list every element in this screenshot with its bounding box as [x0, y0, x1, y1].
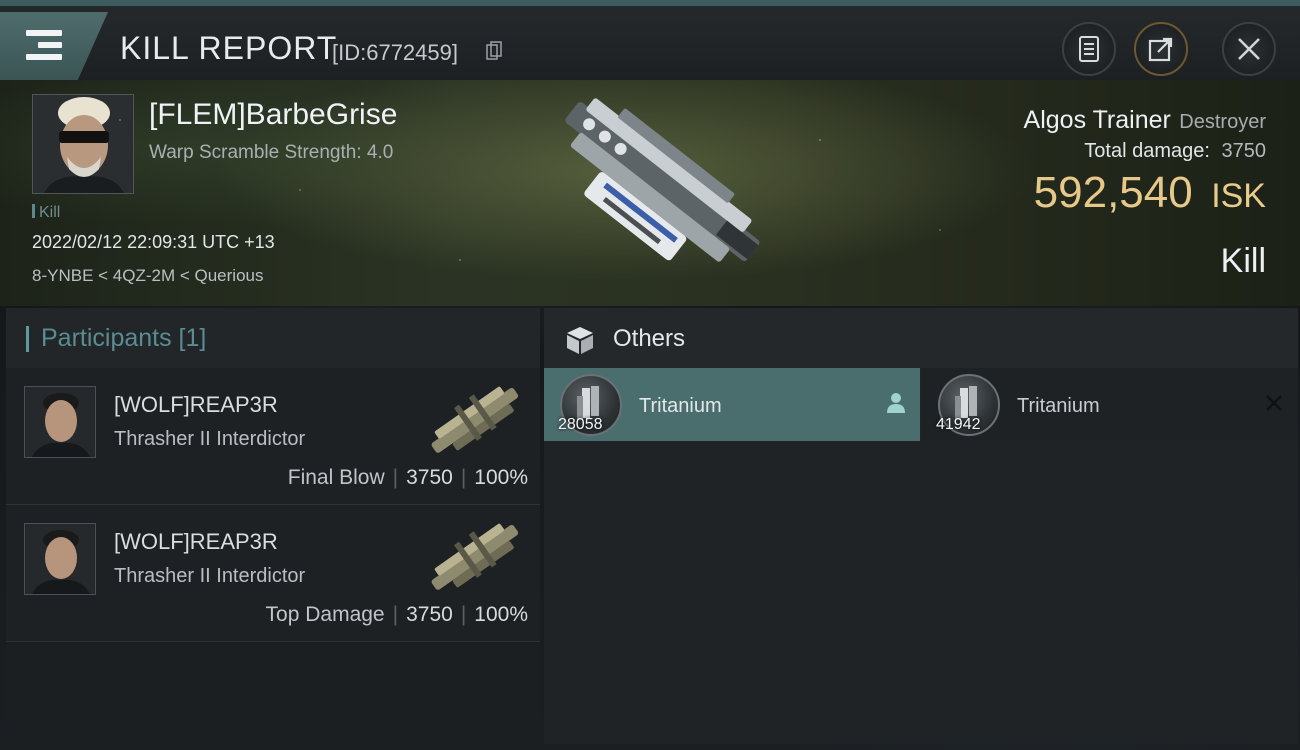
close-icon	[1238, 38, 1260, 60]
page-title: KILL REPORT	[120, 30, 338, 66]
cargo-box-icon	[567, 327, 593, 354]
report-id: [ID:6772459]	[332, 40, 458, 65]
participants-panel: Participants [1] [WOLF]REAP3R Thrasher I…	[6, 308, 540, 744]
participant-row[interactable]: [WOLF]REAP3R Thrasher II Interdictor Top…	[6, 505, 540, 642]
participant-role: Final Blow	[287, 466, 385, 489]
close-button[interactable]	[1222, 22, 1276, 76]
participant-row[interactable]: [WOLF]REAP3R Thrasher II Interdictor Fin…	[6, 368, 540, 505]
others-panel: Others 28058 Tritanium 41942 Tritanium	[544, 308, 1298, 744]
menu-icon	[26, 30, 62, 60]
dropped-person-icon	[887, 393, 905, 413]
participant-percent: 100%	[474, 603, 528, 626]
victim-ship-class: Destroyer	[1179, 111, 1266, 133]
participant-ship-image	[431, 386, 519, 453]
share-icon	[1148, 37, 1173, 62]
notes-icon	[1079, 36, 1099, 62]
item-quantity: 28058	[558, 416, 603, 433]
others-header: Others	[544, 308, 1298, 368]
item-name: Tritanium	[1017, 395, 1100, 417]
copy-icon[interactable]	[486, 41, 502, 61]
others-title: Others	[613, 325, 686, 352]
loot-item-dropped[interactable]: 28058 Tritanium	[544, 368, 920, 441]
total-damage-value: 3750	[1221, 140, 1267, 162]
menu-button[interactable]	[0, 12, 108, 80]
participant-damage: 3750	[406, 603, 453, 626]
isk-unit: ISK	[1211, 177, 1266, 215]
notes-button[interactable]	[1062, 22, 1116, 76]
item-name: Tritanium	[639, 395, 722, 417]
participant-name[interactable]: [WOLF]REAP3R	[114, 529, 278, 555]
participant-name[interactable]: [WOLF]REAP3R	[114, 392, 278, 418]
participant-ship-image	[431, 523, 519, 590]
participant-ship: Thrasher II Interdictor	[114, 428, 306, 450]
destroyed-x-icon	[1266, 395, 1282, 411]
total-damage-label: Total damage:	[1084, 140, 1210, 162]
kill-datetime: 2022/02/12 22:09:31 UTC +13	[32, 232, 275, 252]
victim-header: [FLEM]BarbeGrise Warp Scramble Strength:…	[0, 80, 1300, 306]
participant-portrait[interactable]	[24, 386, 96, 458]
warp-scramble-strength: Warp Scramble Strength: 4.0	[149, 142, 394, 163]
share-button[interactable]	[1134, 22, 1188, 76]
victim-ship-name[interactable]: Algos Trainer	[1024, 106, 1171, 134]
kill-tag: Kill	[32, 204, 60, 222]
participant-role: Top Damage	[265, 603, 385, 626]
kill-location[interactable]: 8-YNBE < 4QZ-2M < Querious	[32, 266, 263, 286]
victim-portrait[interactable]	[32, 94, 134, 194]
participant-percent: 100%	[474, 466, 528, 489]
participant-damage: 3750	[406, 466, 453, 489]
title-bar: KILL REPORT [ID:6772459]	[0, 0, 1300, 80]
victim-ship-image[interactable]	[520, 86, 790, 296]
loot-item-destroyed[interactable]: 41942 Tritanium	[922, 368, 1298, 441]
victim-name[interactable]: [FLEM]BarbeGrise	[149, 98, 397, 132]
participant-ship: Thrasher II Interdictor	[114, 565, 306, 587]
participant-portrait[interactable]	[24, 523, 96, 595]
participants-header: Participants [1]	[6, 308, 540, 368]
result-label: Kill	[1220, 242, 1266, 280]
item-quantity: 41942	[936, 416, 981, 433]
participants-title: Participants [1]	[41, 324, 207, 352]
isk-value: 592,540	[1033, 168, 1193, 217]
